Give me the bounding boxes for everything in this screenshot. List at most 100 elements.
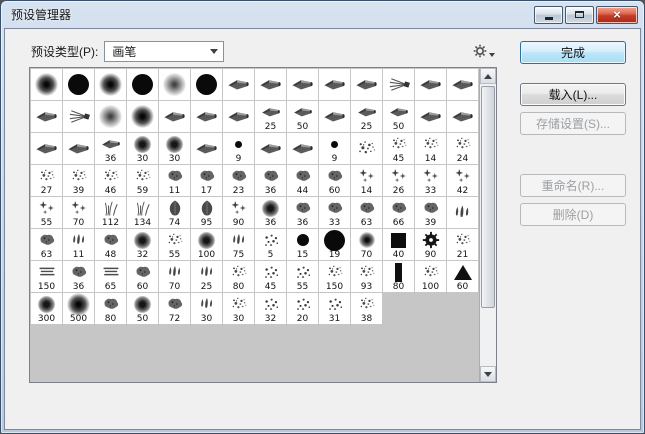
brush-preset[interactable] bbox=[287, 133, 318, 164]
brush-preset[interactable]: 25 bbox=[351, 101, 382, 132]
brush-preset[interactable]: 26 bbox=[383, 165, 414, 196]
brush-preset[interactable]: 150 bbox=[31, 261, 62, 292]
brush-preset[interactable]: 80 bbox=[383, 261, 414, 292]
brush-preset[interactable]: 93 bbox=[351, 261, 382, 292]
brush-preset[interactable]: 42 bbox=[447, 165, 478, 196]
brush-preset[interactable]: 60 bbox=[319, 165, 350, 196]
delete-button[interactable]: 删除(D) bbox=[520, 203, 626, 226]
brush-preset[interactable]: 100 bbox=[415, 261, 446, 292]
brush-preset[interactable] bbox=[63, 101, 94, 132]
vertical-scrollbar[interactable] bbox=[479, 68, 496, 382]
brush-preset[interactable]: 72 bbox=[159, 293, 190, 324]
maximize-button[interactable] bbox=[565, 6, 594, 24]
brush-preset[interactable]: 30 bbox=[127, 133, 158, 164]
brush-preset[interactable]: 66 bbox=[383, 197, 414, 228]
titlebar[interactable]: 预设管理器 × bbox=[1, 1, 644, 28]
brush-preset[interactable] bbox=[319, 69, 350, 100]
brush-preset[interactable]: 36 bbox=[255, 165, 286, 196]
brush-preset[interactable] bbox=[63, 133, 94, 164]
brush-preset[interactable]: 44 bbox=[287, 165, 318, 196]
brush-preset[interactable]: 9 bbox=[223, 133, 254, 164]
brush-preset[interactable]: 36 bbox=[287, 197, 318, 228]
brush-preset[interactable] bbox=[191, 101, 222, 132]
load-button[interactable]: 载入(L)... bbox=[520, 83, 626, 106]
minimize-button[interactable] bbox=[534, 6, 563, 24]
brush-preset[interactable] bbox=[319, 101, 350, 132]
brush-preset[interactable]: 55 bbox=[31, 197, 62, 228]
brush-preset[interactable]: 25 bbox=[255, 101, 286, 132]
brush-preset[interactable] bbox=[191, 133, 222, 164]
brush-preset[interactable]: 23 bbox=[223, 165, 254, 196]
brush-preset[interactable]: 48 bbox=[95, 229, 126, 260]
brush-preset[interactable]: 63 bbox=[351, 197, 382, 228]
brush-preset[interactable]: 80 bbox=[95, 293, 126, 324]
brush-preset[interactable]: 90 bbox=[415, 229, 446, 260]
brush-preset[interactable] bbox=[95, 101, 126, 132]
preset-manager-menu-button[interactable] bbox=[473, 44, 495, 58]
brush-preset[interactable]: 11 bbox=[159, 165, 190, 196]
preset-type-dropdown[interactable]: 画笔 bbox=[104, 41, 224, 62]
brush-preset[interactable]: 59 bbox=[127, 165, 158, 196]
brush-preset[interactable]: 39 bbox=[415, 197, 446, 228]
brush-preset[interactable]: 14 bbox=[415, 133, 446, 164]
brush-preset[interactable] bbox=[415, 69, 446, 100]
brush-preset[interactable] bbox=[159, 101, 190, 132]
brush-preset[interactable]: 150 bbox=[319, 261, 350, 292]
brush-preset[interactable]: 63 bbox=[31, 229, 62, 260]
brush-preset[interactable]: 74 bbox=[159, 197, 190, 228]
brush-preset[interactable]: 5 bbox=[255, 229, 286, 260]
brush-preset[interactable] bbox=[191, 69, 222, 100]
brush-preset[interactable] bbox=[447, 197, 478, 228]
brush-preset[interactable]: 70 bbox=[63, 197, 94, 228]
brush-preset[interactable]: 500 bbox=[63, 293, 94, 324]
brush-preset[interactable]: 300 bbox=[31, 293, 62, 324]
brush-preset[interactable]: 24 bbox=[447, 133, 478, 164]
brush-preset[interactable]: 36 bbox=[255, 197, 286, 228]
scrollbar-track[interactable] bbox=[480, 84, 496, 366]
brush-preset[interactable]: 11 bbox=[63, 229, 94, 260]
brush-preset[interactable]: 45 bbox=[383, 133, 414, 164]
brush-preset[interactable]: 50 bbox=[383, 101, 414, 132]
brush-preset[interactable]: 38 bbox=[351, 293, 382, 324]
brush-preset[interactable]: 60 bbox=[447, 261, 478, 292]
rename-button[interactable]: 重命名(R)... bbox=[520, 174, 626, 197]
brush-preset[interactable]: 50 bbox=[287, 101, 318, 132]
brush-preset[interactable]: 70 bbox=[159, 261, 190, 292]
brush-preset[interactable]: 60 bbox=[127, 261, 158, 292]
brush-preset[interactable]: 19 bbox=[319, 229, 350, 260]
brush-preset[interactable]: 21 bbox=[447, 229, 478, 260]
brush-preset[interactable] bbox=[255, 133, 286, 164]
brush-preset[interactable]: 33 bbox=[319, 197, 350, 228]
brush-preset[interactable]: 14 bbox=[351, 165, 382, 196]
brush-preset[interactable]: 80 bbox=[223, 261, 254, 292]
brush-preset[interactable]: 30 bbox=[223, 293, 254, 324]
brush-preset[interactable]: 30 bbox=[159, 133, 190, 164]
brush-preset[interactable]: 33 bbox=[415, 165, 446, 196]
brush-preset[interactable]: 70 bbox=[351, 229, 382, 260]
brush-preset[interactable]: 36 bbox=[95, 133, 126, 164]
brush-preset[interactable]: 31 bbox=[319, 293, 350, 324]
brush-preset[interactable] bbox=[95, 69, 126, 100]
brush-preset[interactable] bbox=[223, 101, 254, 132]
brush-preset[interactable] bbox=[63, 69, 94, 100]
brush-preset[interactable]: 36 bbox=[63, 261, 94, 292]
scroll-up-button[interactable] bbox=[480, 68, 496, 84]
brush-preset[interactable] bbox=[159, 69, 190, 100]
brush-preset[interactable] bbox=[287, 69, 318, 100]
save-set-button[interactable]: 存储设置(S)... bbox=[520, 112, 626, 135]
brush-preset[interactable]: 40 bbox=[383, 229, 414, 260]
done-button[interactable]: 完成 bbox=[520, 41, 626, 64]
brush-preset[interactable]: 134 bbox=[127, 197, 158, 228]
brush-preset[interactable] bbox=[447, 69, 478, 100]
brush-preset[interactable]: 75 bbox=[223, 229, 254, 260]
brush-preset[interactable]: 55 bbox=[159, 229, 190, 260]
brush-preset[interactable]: 30 bbox=[191, 293, 222, 324]
close-button[interactable]: × bbox=[596, 6, 638, 24]
brush-preset[interactable]: 32 bbox=[127, 229, 158, 260]
brush-preset[interactable] bbox=[223, 69, 254, 100]
brush-preset[interactable]: 112 bbox=[95, 197, 126, 228]
brush-preset[interactable] bbox=[127, 69, 158, 100]
brush-preset[interactable]: 46 bbox=[95, 165, 126, 196]
brush-preset[interactable] bbox=[31, 101, 62, 132]
brush-preset[interactable]: 25 bbox=[191, 261, 222, 292]
